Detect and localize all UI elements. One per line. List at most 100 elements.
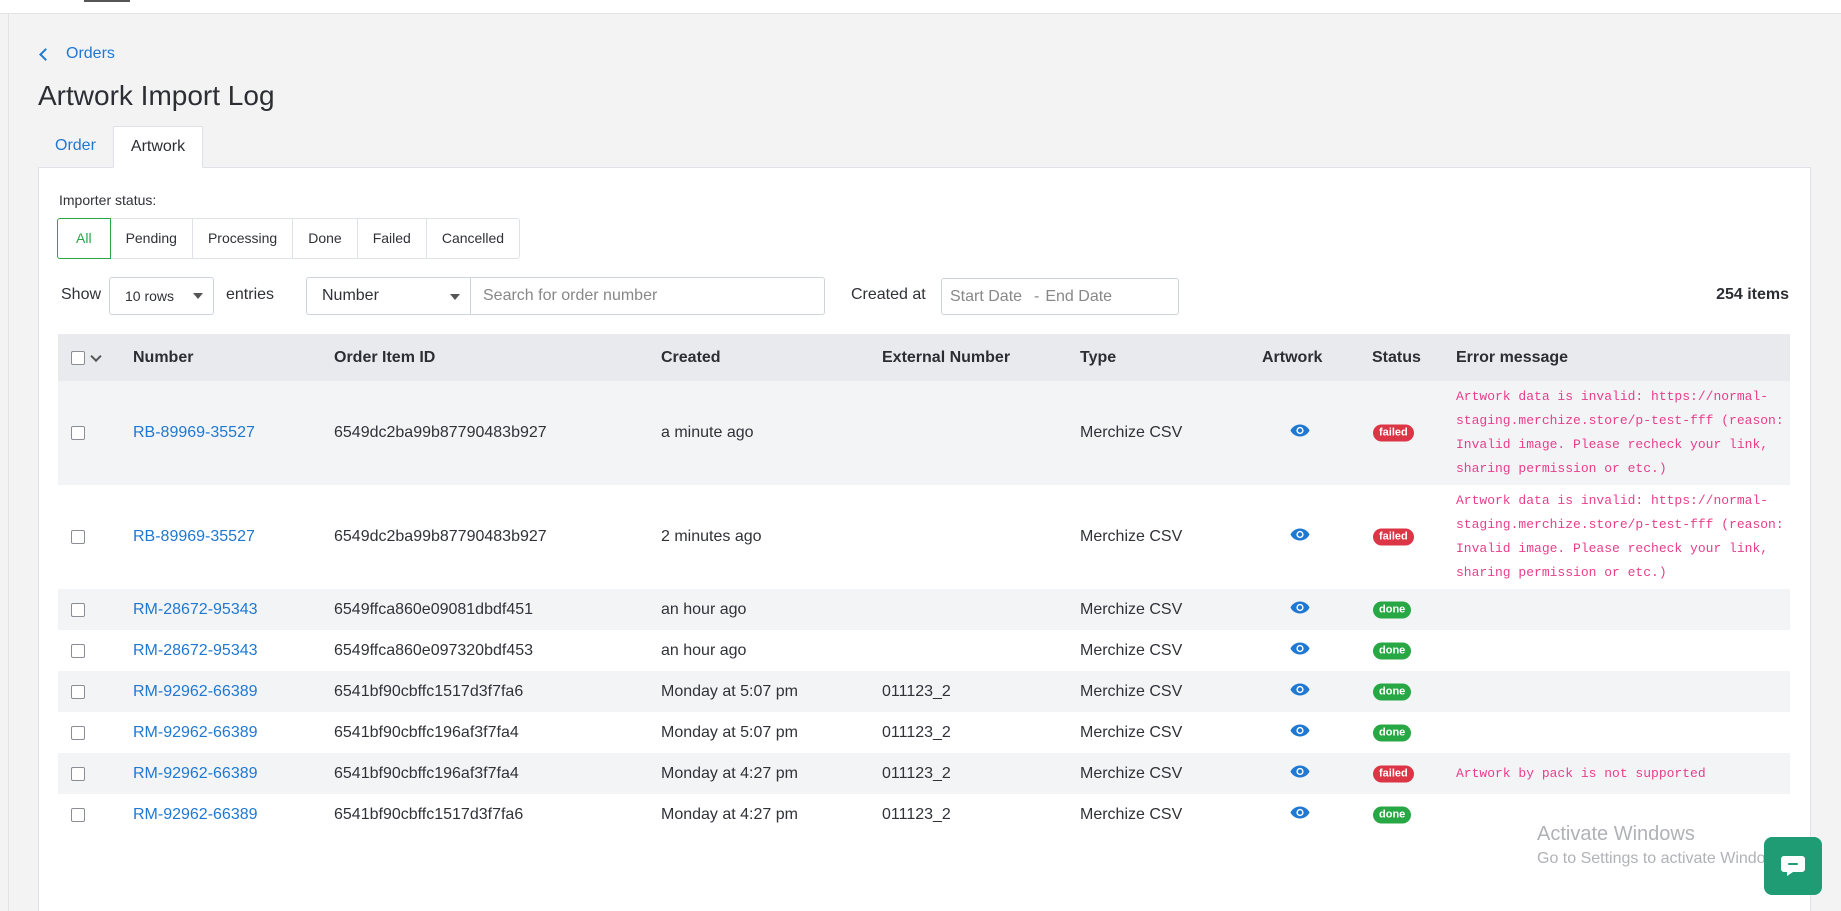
order-number-link[interactable]: RM-92962-66389 [133, 683, 258, 701]
table-row: RM-92962-66389 6541bf90cbffc196af3f7fa4 Mo… [58, 753, 1790, 794]
back-link-label: Orders [66, 45, 115, 62]
table-row: RB-89969-35527 6549dc2ba99b87790483b927 2 … [58, 485, 1790, 589]
column-header-order-item-id[interactable]: Order Item ID [334, 349, 435, 367]
row-checkbox[interactable] [71, 426, 85, 440]
table-row: RB-89969-35527 6549dc2ba99b87790483b927 a … [58, 381, 1790, 485]
windows-activation-subtitle: Go to Settings to activate Windows. [1537, 850, 1790, 867]
view-artwork-button[interactable] [1290, 600, 1310, 619]
table-row: RM-92962-66389 6541bf90cbffc1517d3f7fa6 Mo… [58, 794, 1790, 835]
tab-artwork[interactable]: Artwork [112, 126, 204, 168]
column-header-error-message[interactable]: Error message [1456, 349, 1568, 367]
order-item-id: 6541bf90cbffc1517d3f7fa6 [334, 682, 524, 700]
row-checkbox[interactable] [71, 602, 85, 617]
order-number-link[interactable]: RM-28672-95343 [133, 601, 258, 619]
created-time: an hour ago [661, 600, 747, 618]
status-filter-processing[interactable]: Processing [191, 218, 294, 259]
search-field-select[interactable]: Number [306, 277, 471, 315]
caret-down-icon [450, 294, 460, 300]
chevron-down-icon[interactable] [90, 350, 102, 362]
error-message: Artwork data is invalid: https://normal-… [1456, 389, 1784, 476]
order-number-link[interactable]: RB-89969-35527 [133, 424, 255, 442]
order-number-link[interactable]: RM-92962-66389 [133, 765, 258, 783]
top-bar [0, 0, 1841, 14]
order-number-link[interactable]: RM-92962-66389 [133, 806, 258, 824]
artwork-log-table: Number Order Item ID Created External Nu… [58, 334, 1790, 835]
created-time: 2 minutes ago [661, 528, 762, 545]
view-artwork-button[interactable] [1290, 805, 1310, 824]
row-checkbox[interactable] [71, 684, 85, 699]
import-type: Merchize CSV [1080, 641, 1183, 659]
created-at-label: Created at [851, 286, 926, 303]
error-message: Artwork by pack is not supported [1456, 765, 1706, 781]
row-checkbox[interactable] [71, 530, 85, 544]
caret-down-icon [193, 293, 203, 299]
order-item-id: 6549dc2ba99b87790483b927 [334, 528, 547, 545]
column-header-status[interactable]: Status [1372, 349, 1421, 367]
status-filter-failed[interactable]: Failed [356, 218, 427, 259]
import-type: Merchize CSV [1080, 528, 1183, 545]
table-body: RB-89969-35527 6549dc2ba99b87790483b927 a … [58, 381, 1790, 835]
order-number-link[interactable]: RB-89969-35527 [133, 528, 255, 546]
row-checkbox[interactable] [71, 725, 85, 740]
chevron-left-icon [39, 47, 52, 61]
table-row: RM-92962-66389 6541bf90cbffc196af3f7fa4 Mo… [58, 712, 1790, 753]
column-header-number[interactable]: Number [133, 349, 193, 367]
row-checkbox[interactable] [71, 766, 85, 781]
column-header-artwork[interactable]: Artwork [1262, 349, 1322, 367]
order-item-id: 6549ffca860e097320bdf453 [334, 641, 534, 659]
import-type: Merchize CSV [1080, 600, 1183, 618]
eye-icon [1290, 528, 1310, 541]
created-time: a minute ago [661, 424, 754, 441]
date-range-picker[interactable]: Start Date - End Date [941, 278, 1179, 315]
row-checkbox[interactable] [71, 807, 85, 822]
show-label: Show [61, 286, 102, 303]
view-artwork-button[interactable] [1290, 723, 1310, 742]
status-badge: done [1373, 642, 1412, 659]
table-row: RM-28672-95343 6549ffca860e09081dbdf451 an… [58, 589, 1790, 630]
view-artwork-button[interactable] [1290, 641, 1310, 660]
view-artwork-button[interactable] [1290, 682, 1310, 701]
sidebar-edge [8, 14, 9, 911]
tab-order[interactable]: Order [38, 126, 113, 168]
created-time: an hour ago [661, 641, 747, 659]
order-item-id: 6549ffca860e09081dbdf451 [334, 600, 534, 618]
row-checkbox[interactable] [71, 643, 85, 658]
view-artwork-button[interactable] [1290, 424, 1310, 443]
view-artwork-button[interactable] [1290, 764, 1310, 783]
back-to-orders-link[interactable]: Orders [38, 45, 115, 63]
column-header-created[interactable]: Created [661, 349, 721, 367]
created-time: Monday at 4:27 pm [661, 764, 798, 782]
page-title: Artwork Import Log [38, 80, 275, 111]
status-filter-all[interactable]: All [57, 218, 111, 259]
status-badge: done [1373, 724, 1412, 741]
status-filter-group: All Pending Processing Done Failed Cance… [57, 218, 521, 259]
order-number-link[interactable]: RM-92962-66389 [133, 724, 258, 742]
order-number-link[interactable]: RM-28672-95343 [133, 642, 258, 660]
status-badge: failed [1373, 765, 1414, 782]
column-header-type[interactable]: Type [1080, 349, 1116, 367]
external-number: 011123_2 [882, 682, 951, 700]
status-filter-pending[interactable]: Pending [109, 218, 193, 259]
view-artwork-button[interactable] [1290, 528, 1310, 547]
eye-icon [1290, 765, 1310, 777]
created-time: Monday at 4:27 pm [661, 805, 798, 823]
column-header-external-number[interactable]: External Number [882, 349, 1010, 367]
order-item-id: 6541bf90cbffc196af3f7fa4 [334, 723, 519, 741]
external-number: 011123_2 [882, 764, 951, 782]
status-badge: done [1373, 806, 1412, 823]
table-row: RM-28672-95343 6549ffca860e097320bdf453 an… [58, 630, 1790, 671]
status-filter-cancelled[interactable]: Cancelled [425, 218, 521, 259]
search-group: Number [306, 277, 825, 315]
external-number: 011123_2 [882, 805, 951, 823]
select-all-checkbox[interactable] [71, 350, 85, 365]
created-time: Monday at 5:07 pm [661, 723, 798, 741]
status-filter-done[interactable]: Done [292, 218, 358, 259]
eye-icon [1290, 683, 1310, 695]
rows-per-page-select[interactable]: 10 rows [109, 277, 214, 315]
import-type: Merchize CSV [1080, 764, 1183, 782]
status-badge: done [1373, 683, 1412, 700]
order-item-id: 6549dc2ba99b87790483b927 [334, 424, 547, 441]
chat-button[interactable] [1764, 837, 1822, 895]
import-type: Merchize CSV [1080, 805, 1183, 823]
search-input[interactable] [471, 277, 825, 315]
